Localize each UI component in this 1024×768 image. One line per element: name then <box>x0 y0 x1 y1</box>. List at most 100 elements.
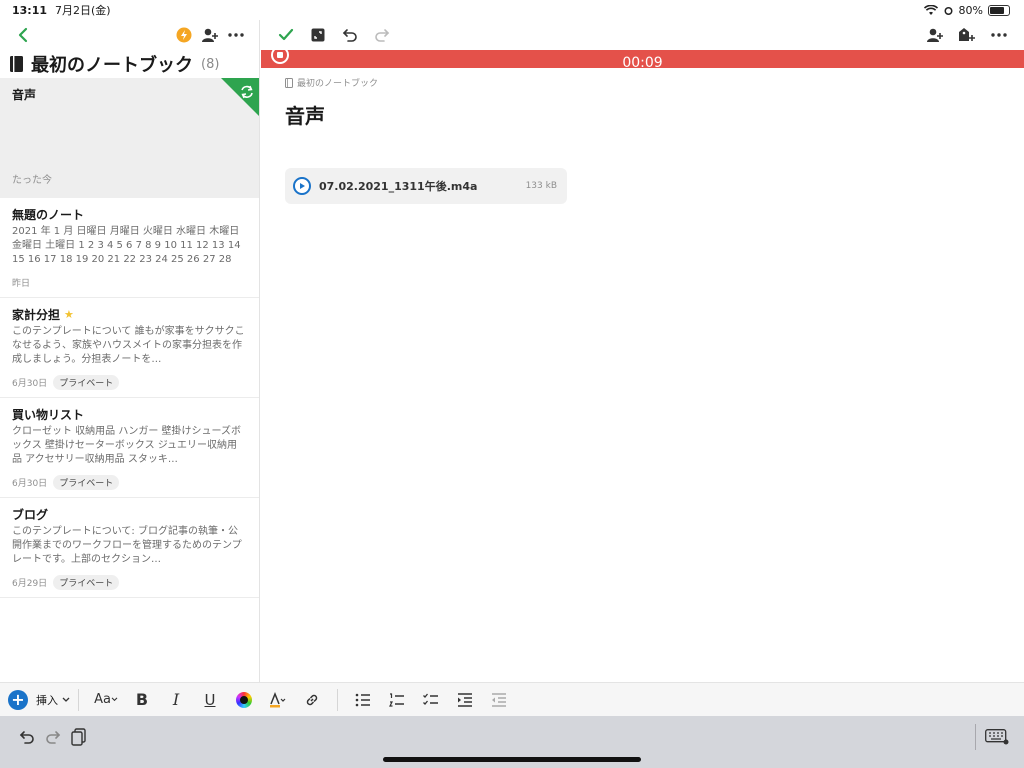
note-title: 買い物リスト <box>12 406 247 423</box>
numbered-list-icon <box>389 692 404 707</box>
outdent-icon <box>492 692 506 707</box>
notebook-icon <box>285 77 293 88</box>
share-person-icon <box>927 28 943 42</box>
note-tag[interactable]: プライベート <box>53 374 120 390</box>
attachment-size: 133 kB <box>525 181 557 191</box>
outdent-button[interactable] <box>482 686 516 714</box>
redo-icon <box>375 29 390 42</box>
note-meta: 6月30日 プライベート <box>12 367 247 397</box>
status-bar: 13:11 7月2日(金) 80% <box>0 0 1024 20</box>
status-time: 13:11 <box>12 3 48 17</box>
breadcrumb[interactable]: 最初のノートブック <box>285 76 378 89</box>
insert-label[interactable]: 挿入 <box>36 692 58 708</box>
paste-button[interactable] <box>66 724 92 750</box>
audio-attachment[interactable]: 07.02.2021_1311午後.m4a 133 kB <box>285 168 567 204</box>
underline-button[interactable]: U <box>193 686 227 714</box>
indent-button[interactable] <box>448 686 482 714</box>
numbered-list-button[interactable] <box>380 686 414 714</box>
more-icon <box>228 33 244 37</box>
highlight-button[interactable] <box>261 686 295 714</box>
notebook-name: 最初のノートブック <box>31 55 193 76</box>
play-button[interactable] <box>293 177 311 195</box>
battery-percent: 80% <box>958 3 983 17</box>
add-tag-button[interactable] <box>954 22 980 48</box>
notebook-note-count: (8) <box>201 56 220 72</box>
note-date: 6月29日 <box>12 578 48 589</box>
status-date: 7月2日(金) <box>55 4 111 17</box>
note-date: 6月30日 <box>12 478 48 489</box>
share-notebook-button[interactable] <box>197 22 223 48</box>
back-button[interactable] <box>10 22 36 48</box>
note-title-text: 買い物リスト <box>12 408 85 422</box>
link-icon <box>306 694 318 705</box>
font-style-label: Aa <box>94 692 111 707</box>
checkmark-icon <box>278 28 294 41</box>
editor-toolbar <box>261 20 1024 50</box>
note-snippet: このテンプレートについて: ブログ記事の執筆・公開作業までのワークフローを管理す… <box>12 526 242 565</box>
note-date: 6月30日 <box>12 378 48 389</box>
checklist-icon <box>423 693 438 705</box>
editor-more-button[interactable] <box>986 22 1012 48</box>
home-indicator[interactable] <box>383 757 641 762</box>
expand-button[interactable] <box>305 22 331 48</box>
note-title-text: 無題のノート <box>12 208 85 222</box>
recording-timer: 00:09 <box>622 55 663 68</box>
checklist-button[interactable] <box>414 686 448 714</box>
keyboard-redo-button[interactable] <box>40 724 66 750</box>
upgrade-button[interactable] <box>171 22 197 48</box>
note-title-text: ブログ <box>12 508 49 522</box>
text-color-button[interactable] <box>227 686 261 714</box>
lightning-icon <box>176 27 192 43</box>
undo-button[interactable] <box>337 22 363 48</box>
sidebar-more-button[interactable] <box>223 22 249 48</box>
note-list-item[interactable]: 無題のノート 2021 年 1 月 日曜日 月曜日 火曜日 水曜日 木曜日 金曜… <box>0 198 259 298</box>
wifi-icon <box>923 4 938 15</box>
notebook-icon <box>10 56 23 72</box>
bold-button[interactable]: B <box>125 686 159 714</box>
play-icon <box>300 183 305 189</box>
divider <box>975 724 976 750</box>
alarm-icon <box>944 6 953 15</box>
link-button[interactable] <box>295 686 329 714</box>
note-list-item[interactable]: 家計分担 ★ このテンプレートについて 誰もが家事をサクサクこなせるよう、家族やハ… <box>0 298 259 398</box>
done-button[interactable] <box>273 22 299 48</box>
keyboard-undo-button[interactable] <box>14 724 40 750</box>
note-updated-time: たった今 <box>12 175 52 186</box>
note-list-item[interactable]: 買い物リスト クローゼット 収納用品 ハンガー 壁掛けシューズボックス 壁掛けセ… <box>0 398 259 498</box>
notebook-header[interactable]: 最初のノートブック (8) <box>0 50 259 78</box>
battery-icon <box>988 4 1010 16</box>
font-style-button[interactable]: Aa <box>87 686 125 714</box>
tag-icon <box>959 28 975 41</box>
note-title-field[interactable]: 音声 <box>285 100 325 129</box>
note-list-item[interactable]: ブログ このテンプレートについて: ブログ記事の執筆・公開作業までのワークフロー… <box>0 498 259 598</box>
note-meta: 昨日 <box>12 267 247 297</box>
selected-note[interactable]: 音声 たった今 <box>0 78 259 198</box>
chevron-down-icon <box>111 697 118 702</box>
note-tag[interactable]: プライベート <box>53 474 120 490</box>
italic-button[interactable]: I <box>159 686 193 714</box>
note-snippet: このテンプレートについて 誰もが家事をサクサクこなせるよう、家族やハウスメイトの… <box>12 326 245 365</box>
note-meta: 6月30日 プライベート <box>12 467 247 497</box>
breadcrumb-notebook: 最初のノートブック <box>297 79 379 89</box>
back-chevron-icon <box>18 27 28 43</box>
note-tag[interactable]: プライベート <box>53 574 120 590</box>
undo-icon <box>342 29 357 42</box>
redo-icon <box>46 731 61 744</box>
attachment-filename: 07.02.2021_1311午後.m4a <box>319 180 478 193</box>
insert-button[interactable]: + <box>8 689 28 710</box>
bullet-list-button[interactable] <box>346 686 380 714</box>
sidebar-toolbar <box>0 20 259 50</box>
chevron-down-icon <box>62 697 70 702</box>
redo-button[interactable] <box>369 22 395 48</box>
formatting-toolbar: + 挿入 Aa B I U <box>0 682 1024 716</box>
hide-keyboard-button[interactable] <box>984 724 1010 750</box>
expand-icon <box>311 28 325 42</box>
divider <box>337 688 338 711</box>
indent-icon <box>458 692 472 707</box>
highlighter-icon <box>270 691 286 707</box>
share-note-button[interactable] <box>922 22 948 48</box>
note-title: 音声 <box>12 88 37 102</box>
more-icon <box>991 33 1007 37</box>
sync-icon <box>221 78 259 116</box>
note-title-text: 家計分担 <box>12 308 61 322</box>
